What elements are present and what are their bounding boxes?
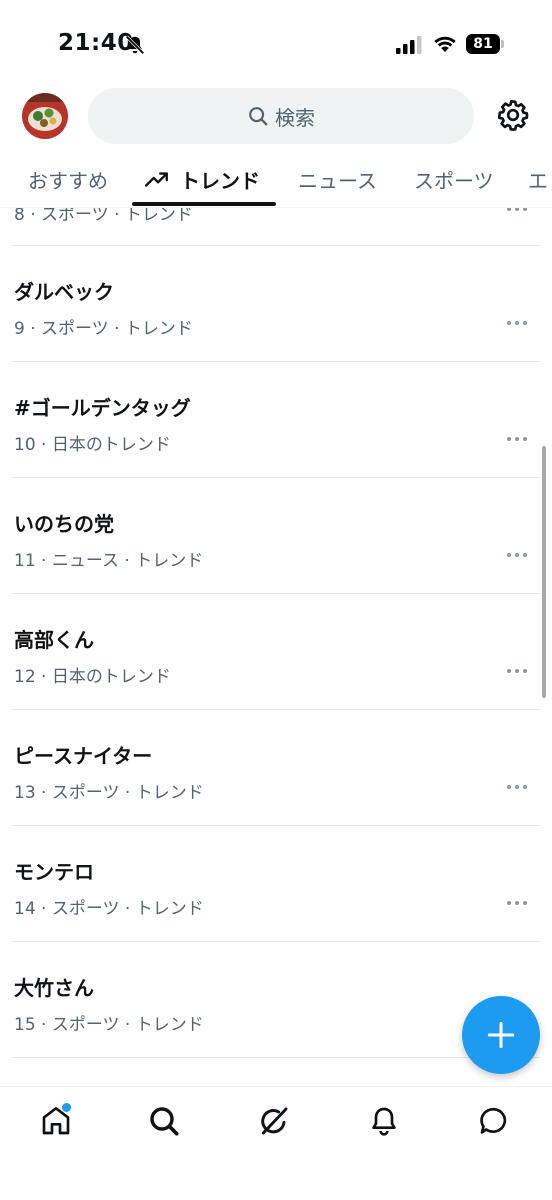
trend-title: #ゴールデンタッグ: [14, 396, 191, 420]
more-icon[interactable]: [506, 898, 528, 908]
list-item[interactable]: #ゴールデンタッグ 10 · 日本のトレンド: [0, 362, 552, 478]
nav-grok[interactable]: [254, 1101, 294, 1141]
tab-label: おすすめ: [28, 168, 108, 193]
tab-label: トレンド: [180, 168, 260, 193]
avatar-image: [22, 93, 68, 139]
more-icon[interactable]: [506, 666, 528, 676]
more-icon[interactable]: [506, 550, 528, 560]
avatar[interactable]: [22, 93, 68, 139]
trend-meta: 10 · 日本のトレンド: [14, 435, 171, 455]
status-bar: 21:40 81: [0, 0, 552, 86]
list-item[interactable]: 8 · スポーツ · トレンド: [0, 208, 552, 246]
tab-sports[interactable]: スポーツ: [414, 152, 494, 206]
trend-meta: 14 · スポーツ · トレンド: [14, 899, 204, 919]
more-icon[interactable]: [506, 434, 528, 444]
trend-meta: 8 · スポーツ · トレンド: [14, 208, 193, 225]
bell-icon: [372, 1107, 396, 1136]
nav-notifications[interactable]: [364, 1101, 404, 1141]
status-time: 21:40: [58, 30, 134, 56]
nav-search[interactable]: [144, 1101, 184, 1141]
wifi-icon: [434, 36, 456, 52]
cellular-signal-icon: [396, 36, 422, 54]
active-tab-indicator: [132, 202, 276, 206]
trend-title: ピースナイター: [14, 744, 153, 768]
trend-meta: 13 · スポーツ · トレンド: [14, 783, 204, 803]
list-item[interactable]: ダルベック 9 · スポーツ · トレンド: [0, 246, 552, 362]
tab-label: ニュース: [298, 168, 377, 193]
search-placeholder: 検索: [275, 105, 315, 130]
scrollbar[interactable]: [542, 446, 546, 698]
trend-title: いのちの党: [14, 512, 114, 536]
tab-label: エ: [528, 168, 548, 193]
grok-icon: [261, 1107, 288, 1135]
nav-messages[interactable]: [474, 1101, 514, 1141]
compose-button[interactable]: [462, 996, 540, 1074]
more-icon[interactable]: [506, 208, 528, 214]
search-input[interactable]: 検索: [88, 88, 474, 144]
trend-title: モンテロ: [14, 860, 94, 884]
more-icon[interactable]: [506, 318, 528, 328]
trend-title: ダルベック: [14, 280, 114, 304]
search-icon: [249, 107, 268, 126]
list-item[interactable]: モンテロ 14 · スポーツ · トレンド: [0, 826, 552, 942]
list-item[interactable]: ピースナイター 13 · スポーツ · トレンド: [0, 710, 552, 826]
tab-trending[interactable]: トレンド: [144, 152, 260, 206]
trend-meta: 15 · スポーツ · トレンド: [14, 1015, 204, 1035]
trend-title: 高部くん: [14, 628, 94, 652]
message-icon: [480, 1107, 507, 1134]
trending-icon: [144, 172, 168, 187]
tab-label: スポーツ: [414, 168, 494, 193]
list-item[interactable]: いのちの党 11 · ニュース · トレンド: [0, 478, 552, 594]
divider: [12, 1057, 540, 1058]
list-item[interactable]: 高部くん 12 · 日本のトレンド: [0, 594, 552, 710]
trend-meta: 11 · ニュース · トレンド: [14, 551, 204, 571]
trend-title: 大竹さん: [14, 976, 94, 1000]
trend-meta: 9 · スポーツ · トレンド: [14, 319, 193, 339]
bottom-nav: [0, 1086, 552, 1200]
top-header: 検索: [0, 86, 552, 150]
tab-bar: おすすめ トレンド ニュース スポーツ エ: [0, 152, 552, 208]
tab-recommended[interactable]: おすすめ: [28, 152, 108, 206]
search-icon: [150, 1107, 179, 1136]
battery-icon: 81: [466, 34, 504, 54]
bell-off-icon: [125, 35, 145, 55]
trend-list: 8 · スポーツ · トレンド ダルベック 9 · スポーツ · トレンド #ゴ…: [0, 208, 552, 1086]
nav-home[interactable]: [36, 1101, 76, 1141]
battery-level: 81: [466, 34, 500, 54]
plus-icon: [487, 1021, 515, 1049]
tab-news[interactable]: ニュース: [298, 152, 377, 206]
notification-dot: [62, 1103, 71, 1112]
tab-entertainment[interactable]: エ: [528, 152, 548, 206]
trend-meta: 12 · 日本のトレンド: [14, 667, 171, 687]
more-icon[interactable]: [506, 782, 528, 792]
gear-icon[interactable]: [496, 98, 530, 132]
